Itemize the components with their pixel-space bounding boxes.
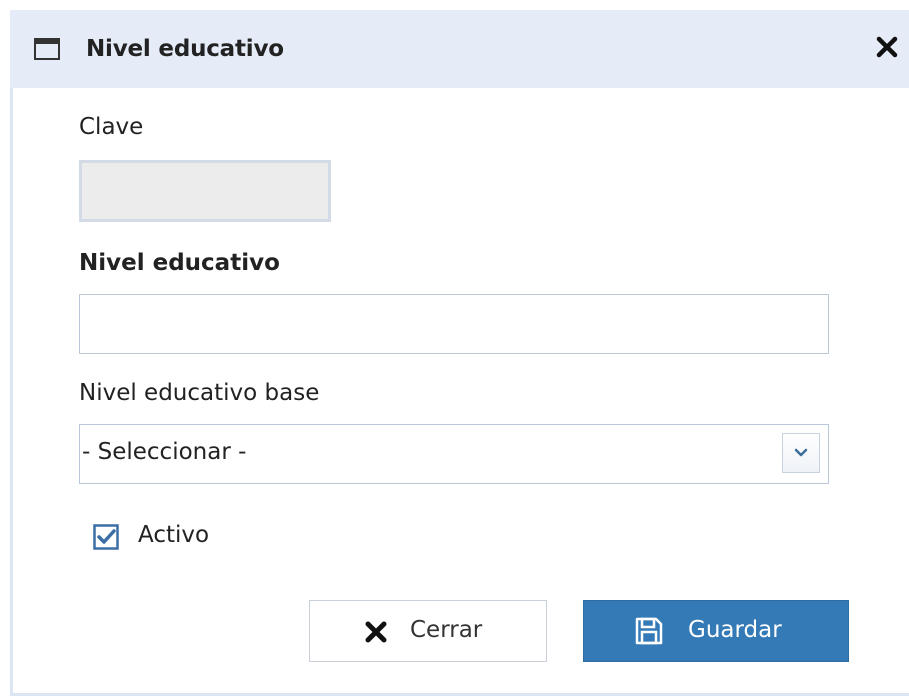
activo-label: Activo bbox=[138, 522, 210, 548]
guardar-label: Guardar bbox=[688, 617, 782, 643]
chevron-down-icon bbox=[794, 448, 808, 457]
activo-checkbox[interactable] bbox=[93, 524, 119, 550]
cerrar-label: Cerrar bbox=[410, 617, 483, 643]
dialog-window: Nivel educativo Clave Nivel educativo Ni… bbox=[10, 10, 909, 696]
floppy-disk-icon bbox=[635, 617, 663, 645]
dropdown-button[interactable] bbox=[782, 433, 820, 473]
clave-label: Clave bbox=[79, 114, 144, 140]
dialog-title: Nivel educativo bbox=[86, 36, 284, 62]
nivel-base-select[interactable]: - Seleccionar - bbox=[79, 424, 829, 484]
nivel-educativo-label: Nivel educativo bbox=[79, 250, 280, 276]
nivel-base-label: Nivel educativo base bbox=[79, 380, 320, 406]
nivel-educativo-input[interactable] bbox=[79, 294, 829, 354]
x-icon bbox=[365, 621, 387, 643]
cerrar-button[interactable]: Cerrar bbox=[309, 600, 547, 662]
close-icon[interactable] bbox=[874, 34, 900, 60]
clave-field bbox=[79, 160, 331, 222]
window-icon bbox=[34, 38, 60, 60]
dialog-titlebar: Nivel educativo bbox=[10, 10, 909, 88]
guardar-button[interactable]: Guardar bbox=[583, 600, 849, 662]
nivel-base-selected: - Seleccionar - bbox=[82, 439, 247, 465]
